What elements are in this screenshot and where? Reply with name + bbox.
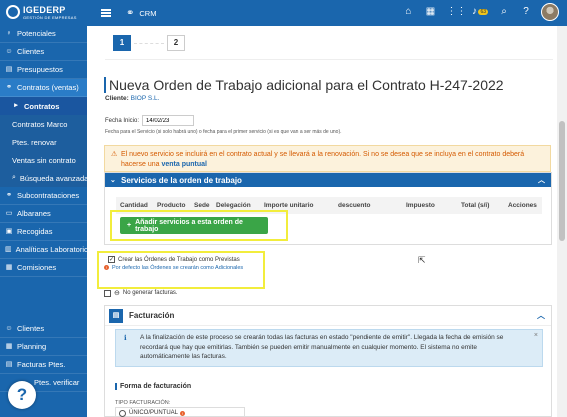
handshake-icon: ⚭ [6, 191, 12, 199]
col-acciones: Acciones [508, 202, 537, 209]
tipo-label: TIPO FACTURACIÓN: [115, 400, 171, 406]
sidebar-item-facturas-ptes[interactable]: ▤ Facturas Ptes. [0, 356, 87, 374]
minus-circle-icon: ⊖ [114, 290, 120, 297]
sidebar-item-potenciales[interactable]: ♀ Potenciales [0, 25, 87, 43]
search-icon: ⌕ [12, 174, 16, 181]
scrollbar[interactable] [557, 26, 567, 417]
table-icon: ▦ [5, 263, 13, 271]
user-plus-icon: ☺ [5, 47, 13, 55]
radio-unico[interactable] [119, 409, 126, 417]
invoice-icon: ▤ [5, 360, 13, 368]
fecha-label: Fecha Inicio: [105, 117, 140, 124]
fecha-hint: Fecha para el Servicio (si solo habrá un… [105, 129, 342, 135]
sidebar-item-contratos[interactable]: ▸ Contratos [0, 97, 87, 115]
sidebar-item-contratos-marco[interactable]: Contratos Marco [0, 115, 87, 133]
col-importe: Importe unitario [264, 202, 314, 209]
services-title: Servicios de la orden de trabajo [121, 175, 242, 185]
client-label: Cliente: [105, 95, 129, 102]
col-cantidad: Cantidad [120, 202, 148, 209]
handshake-icon: ⚭ [6, 83, 12, 91]
collapse-icon[interactable]: ︿ [537, 310, 545, 321]
facturacion-info: ℹ A la finalización de este proceso se c… [115, 329, 543, 367]
help-button[interactable]: ? [8, 381, 36, 409]
step-2[interactable]: 2 [167, 35, 185, 51]
warning-alert: ⚠ El nuevo servicio se incluirá en el co… [104, 145, 551, 172]
client-line: Cliente: BIOP S.L. [105, 95, 159, 102]
user-plus-icon: ☺ [5, 324, 13, 332]
search-icon[interactable]: ⌕ [498, 6, 510, 18]
logo[interactable]: IGEDERP GESTIÓN DE EMPRESAS [0, 0, 87, 24]
sidebar: IGEDERP GESTIÓN DE EMPRESAS ♀ Potenciales … [0, 0, 87, 417]
document-icon: ▭ [5, 209, 13, 217]
sidebar-item-comisiones[interactable]: ▦ Comisiones [0, 259, 87, 277]
sidebar-item-ventas-sin-contrato[interactable]: Ventas sin contrato [0, 151, 87, 169]
mouse-cursor-icon: ⇱ [418, 255, 426, 265]
lightbulb-icon: ♀ [6, 29, 12, 37]
fecha-input[interactable] [142, 115, 195, 126]
logo-icon [6, 5, 20, 19]
help-icon[interactable]: ? [520, 6, 532, 18]
forma-title: Forma de facturación [115, 383, 191, 390]
invoice-icon: ▤ [109, 308, 123, 323]
checkbox-no-facturas[interactable] [104, 289, 111, 297]
col-delegacion: Delegación [216, 202, 251, 209]
col-producto: Producto [157, 202, 186, 209]
highlight-box-previstas [97, 251, 265, 289]
facturacion-title: Facturación [129, 311, 175, 320]
handshake-icon: ⚭ [126, 7, 135, 19]
close-icon[interactable]: × [534, 331, 538, 341]
info-icon: ℹ [124, 335, 127, 342]
facturacion-header[interactable]: ▤ Facturación ︿ [105, 306, 551, 326]
sidebar-item-clientes-bottom[interactable]: ☺ Clientes [0, 320, 87, 338]
client-link[interactable]: BIOP S.L. [131, 95, 160, 102]
sidebar-item-ptes-renovar[interactable]: Ptes. renovar [0, 133, 87, 151]
collapse-icon[interactable]: ︿ [538, 175, 545, 185]
chart-icon: ▥ [5, 245, 12, 253]
facturacion-panel: ▤ Facturación ︿ ℹ A la finalización de e… [104, 305, 552, 417]
highlight-box-add-button [110, 210, 288, 241]
no-facturas-label: No generar facturas. [122, 290, 178, 296]
topbar: ⚭ CRM ⌂ ▦ ⋮⋮ ♪ 63 ⌕ ? [87, 0, 567, 26]
tipo-option-unico[interactable]: ÚNICO/PUNTUAL ! [115, 407, 245, 417]
info-dot-icon: ! [180, 410, 186, 416]
warning-icon: ⚠ [111, 151, 118, 158]
sidebar-item-contratos-ventas[interactable]: ⚭ Contratos (ventas) [0, 79, 87, 97]
sidebar-item-busqueda-avanzada[interactable]: ⌕ Búsqueda avanzada [0, 169, 87, 187]
sidebar-item-planning[interactable]: ▦ Planning [0, 338, 87, 356]
sidebar-item-clientes[interactable]: ☺ Clientes [0, 43, 87, 61]
fecha-inicio: Fecha Inicio: [105, 115, 195, 126]
home-icon[interactable]: ⌂ [402, 6, 414, 18]
box-icon: ▣ [5, 227, 13, 235]
logo-sub: GESTIÓN DE EMPRESAS [23, 14, 77, 20]
clipboard-icon: ▤ [5, 65, 13, 73]
caret-right-icon: ▸ [14, 102, 18, 109]
notification-badge: 63 [478, 9, 488, 15]
scrollbar-thumb[interactable] [559, 121, 565, 241]
calendar-icon: ▦ [5, 342, 13, 350]
sidebar-item-albaranes[interactable]: ▭ Albaranes [0, 205, 87, 223]
no-facturas-row[interactable]: ⊖ No generar facturas. [104, 289, 178, 297]
wizard-steps: 1 2 [113, 35, 185, 51]
col-sede: Sede [194, 202, 210, 209]
avatar[interactable] [541, 3, 559, 21]
hamburger-menu-icon[interactable] [101, 9, 111, 17]
sidebar-item-analiticas[interactable]: ▥ Analíticas Laboratorio [0, 241, 87, 259]
grid-icon[interactable]: ⋮⋮ [446, 6, 466, 18]
step-1[interactable]: 1 [113, 35, 131, 51]
app-name: CRM [139, 8, 157, 18]
sidebar-item-presupuestos[interactable]: ▤ Presupuestos [0, 61, 87, 79]
sidebar-item-recogidas[interactable]: ▣ Recogidas [0, 223, 87, 241]
sidebar-item-subcontrataciones[interactable]: ⚭ Subcontrataciones [0, 187, 87, 205]
venta-puntual-link[interactable]: venta puntual [161, 161, 207, 168]
chevron-down-icon: ⌄ [110, 177, 116, 184]
col-impuesto: Impuesto [406, 202, 435, 209]
col-descuento: descuento [338, 202, 371, 209]
col-total: Total (s/i) [461, 202, 490, 209]
logo-name: IGEDERP [23, 4, 66, 15]
page-title: Nueva Orden de Trabajo adicional para el… [104, 77, 504, 93]
services-panel-header[interactable]: ⌄ Servicios de la orden de trabajo ︿ [105, 173, 551, 187]
app-root: IGEDERP GESTIÓN DE EMPRESAS ♀ Potenciales … [0, 0, 567, 417]
calendar-icon[interactable]: ▦ [424, 6, 436, 18]
